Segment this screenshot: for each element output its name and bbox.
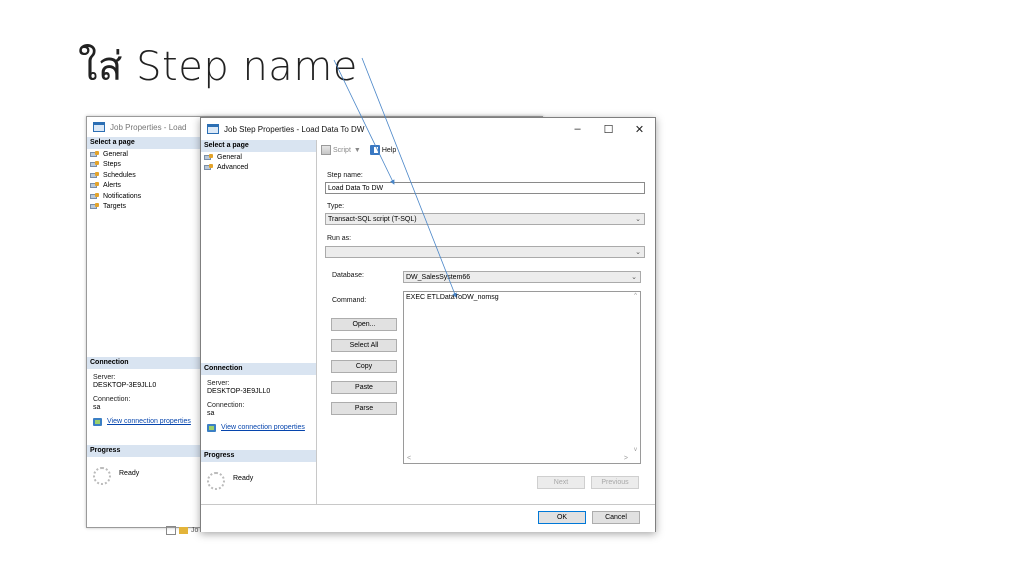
page-item-alerts[interactable]: Alerts xyxy=(90,181,200,192)
page-list: General Advanced xyxy=(201,152,316,173)
job-left-pane: Select a page General Steps Schedules Al… xyxy=(87,137,201,499)
slide-title: ใส่ Step name xyxy=(78,44,358,90)
select-all-button[interactable]: Select All xyxy=(331,339,397,352)
server-label: Server: xyxy=(93,374,116,381)
close-button[interactable]: ✕ xyxy=(624,118,655,140)
connection-value: sa xyxy=(93,404,101,411)
select-page-header: Select a page xyxy=(201,140,316,152)
page-icon xyxy=(204,153,213,161)
command-value: EXEC ETLDataToDW_nomsg xyxy=(406,294,499,301)
page-item-steps[interactable]: Steps xyxy=(90,160,200,171)
connection-section: Connection Server: DESKTOP-3E9JLL0 Conne… xyxy=(87,357,200,431)
connection-header: Connection xyxy=(87,357,200,369)
type-select[interactable]: Transact-SQL script (T-SQL) ⌄ xyxy=(325,213,645,225)
folder-icon xyxy=(179,527,188,534)
progress-section: Progress Ready xyxy=(87,445,200,489)
server-value: DESKTOP-3E9JLL0 xyxy=(207,388,271,395)
page-icon xyxy=(204,164,213,171)
connection-header: Connection xyxy=(201,363,316,375)
type-value: Transact-SQL script (T-SQL) xyxy=(328,216,417,223)
scroll-right-icon[interactable]: > xyxy=(624,455,628,462)
dialog-left-pane: Select a page General Advanced Connectio… xyxy=(201,140,317,504)
dialog-title: Job Step Properties - Load Data To DW xyxy=(224,124,365,134)
minimize-button[interactable]: – xyxy=(562,118,593,140)
chevron-down-icon: ▼ xyxy=(353,146,361,154)
run-as-label: Run as: xyxy=(327,235,352,242)
server-value: DESKTOP-3E9JLL0 xyxy=(93,382,157,389)
step-name-label: Step name: xyxy=(327,172,363,179)
page-item-general[interactable]: General xyxy=(204,152,316,163)
chevron-down-icon: ⌄ xyxy=(631,274,637,281)
database-select[interactable]: DW_SalesSystem66 ⌄ xyxy=(403,271,641,283)
connection-value: sa xyxy=(207,410,215,417)
script-icon xyxy=(321,145,331,155)
page-icon xyxy=(90,150,99,158)
next-button[interactable]: Next xyxy=(537,476,585,489)
window-title: Job Properties - Load xyxy=(110,122,187,132)
expand-icon[interactable] xyxy=(166,526,176,535)
select-page-header: Select a page xyxy=(87,137,200,149)
page-icon xyxy=(90,203,99,210)
help-icon xyxy=(369,145,380,155)
page-item-notifications[interactable]: Notifications xyxy=(90,191,200,202)
dialog-titlebar[interactable]: Job Step Properties - Load Data To DW – … xyxy=(201,118,655,140)
chevron-down-icon: ⌄ xyxy=(635,216,641,223)
window-icon xyxy=(93,122,105,132)
paste-button[interactable]: Paste xyxy=(331,381,397,394)
database-label: Database: xyxy=(332,272,364,279)
help-button[interactable]: Help xyxy=(369,145,396,155)
open-button[interactable]: Open... xyxy=(331,318,397,331)
copy-button[interactable]: Copy xyxy=(331,360,397,373)
type-label: Type: xyxy=(327,203,345,210)
dialog-footer: OK Cancel xyxy=(201,504,655,532)
page-icon xyxy=(90,182,99,189)
connection-properties-icon xyxy=(93,418,102,426)
connection-properties-icon xyxy=(207,424,216,432)
script-button[interactable]: Script ▼ xyxy=(321,145,364,155)
step-name-input[interactable]: Load Data To DW xyxy=(325,182,645,194)
window-icon xyxy=(207,124,219,134)
command-textarea[interactable]: EXEC ETLDataToDW_nomsg ^ v < > xyxy=(403,291,641,464)
command-label: Command: xyxy=(332,297,367,304)
scroll-left-icon[interactable]: < xyxy=(407,455,411,462)
page-item-advanced[interactable]: Advanced xyxy=(204,163,316,174)
progress-status: Ready xyxy=(119,469,140,477)
tree-stub: Jo xyxy=(166,526,198,535)
server-label: Server: xyxy=(207,380,230,387)
progress-section: Progress Ready xyxy=(201,450,316,494)
scroll-down-icon[interactable]: v xyxy=(634,447,637,453)
parse-button[interactable]: Parse xyxy=(331,402,397,415)
page-item-schedules[interactable]: Schedules xyxy=(90,170,200,181)
view-connection-properties-link[interactable]: View connection properties xyxy=(107,418,191,426)
database-value: DW_SalesSystem66 xyxy=(406,274,471,281)
job-step-properties-dialog: Job Step Properties - Load Data To DW – … xyxy=(200,117,656,532)
connection-label: Connection: xyxy=(207,402,245,409)
run-as-select[interactable]: ⌄ xyxy=(325,246,645,258)
page-icon xyxy=(90,192,99,200)
view-connection-properties-link[interactable]: View connection properties xyxy=(221,424,305,432)
progress-status: Ready xyxy=(233,474,254,482)
scroll-up-icon[interactable]: ^ xyxy=(634,293,637,299)
dialog-toolbar: Script ▼ Help xyxy=(317,140,655,160)
page-item-general[interactable]: General xyxy=(90,149,200,160)
page-icon xyxy=(90,161,99,168)
progress-spinner-icon xyxy=(93,467,111,485)
connection-label: Connection: xyxy=(93,396,131,403)
ok-button[interactable]: OK xyxy=(538,511,586,524)
cancel-button[interactable]: Cancel xyxy=(592,511,640,524)
connection-section: Connection Server: DESKTOP-3E9JLL0 Conne… xyxy=(201,363,316,437)
maximize-button[interactable]: ☐ xyxy=(593,118,624,140)
progress-spinner-icon xyxy=(207,472,225,490)
progress-header: Progress xyxy=(87,445,200,457)
page-icon xyxy=(90,171,99,179)
progress-header: Progress xyxy=(201,450,316,462)
previous-button[interactable]: Previous xyxy=(591,476,639,489)
chevron-down-icon: ⌄ xyxy=(635,249,641,256)
page-list: General Steps Schedules Alerts Notificat… xyxy=(87,149,200,212)
page-item-targets[interactable]: Targets xyxy=(90,202,200,213)
